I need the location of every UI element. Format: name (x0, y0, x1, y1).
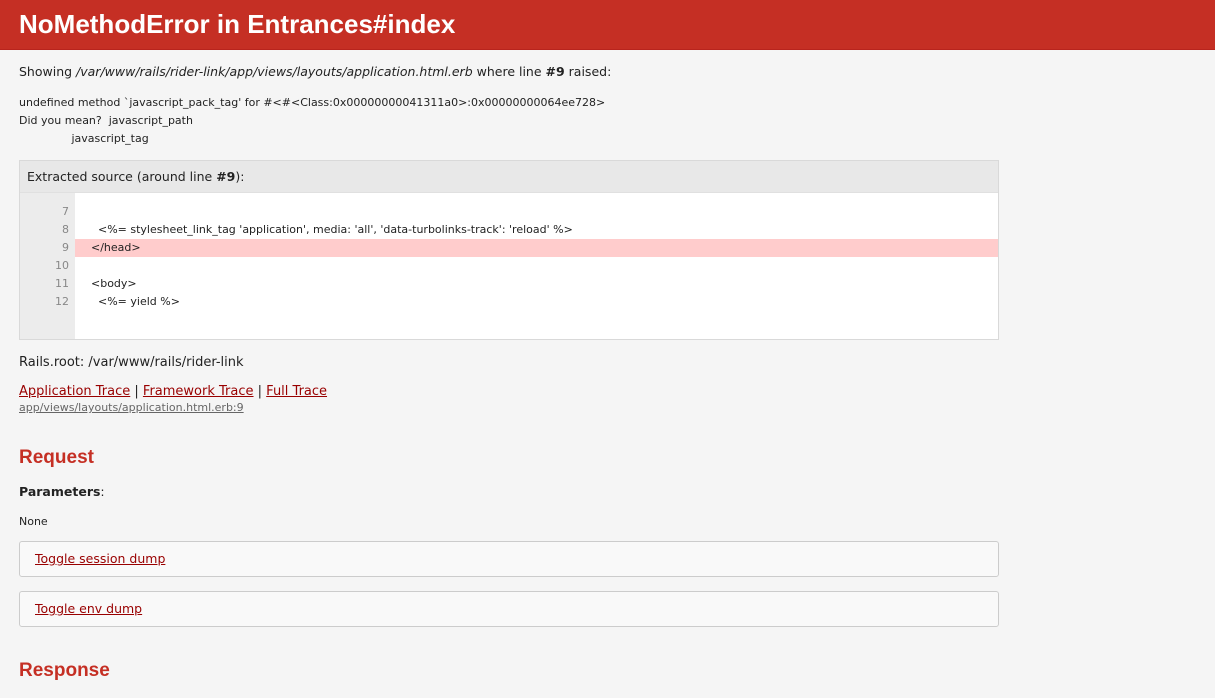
application-trace-link[interactable]: Application Trace (19, 384, 130, 399)
request-heading: Request (19, 447, 94, 468)
source-code: <%= stylesheet_link_tag 'application', m… (75, 203, 998, 311)
code-line: <body> (91, 277, 137, 290)
app-trace-line-link[interactable]: app/views/layouts/application.html.erb:9 (19, 401, 244, 414)
toggle-env-dump-link[interactable]: Toggle env dump (35, 601, 142, 616)
toggle-session-dump-link[interactable]: Toggle session dump (35, 551, 165, 566)
trace-separator: | (130, 384, 143, 399)
rails-root: Rails.root: /var/www/rails/rider-link (19, 355, 244, 370)
source-body: 7 8 9 10 11 12 <%= stylesheet_link_tag '… (20, 193, 998, 339)
line-number: 12 (55, 295, 69, 308)
session-dump-panel: Toggle session dump (19, 541, 999, 577)
line-number: 10 (55, 259, 69, 272)
trace-separator: | (253, 384, 267, 399)
response-heading: Response (19, 660, 110, 681)
source-header-suffix: ): (235, 169, 245, 184)
code-line-highlighted: </head> (75, 239, 998, 257)
line-number: 11 (55, 277, 69, 290)
showing-suffix: raised: (564, 64, 612, 79)
line-number: 7 (62, 205, 69, 218)
line-number: 9 (62, 241, 69, 254)
page-title: NoMethodError in Entrances#index (19, 9, 456, 39)
main-content: Showing /var/www/rails/rider-link/app/vi… (0, 64, 1215, 682)
line-number: 8 (62, 223, 69, 236)
env-dump-panel: Toggle env dump (19, 591, 999, 627)
line-number-gutter: 7 8 9 10 11 12 (20, 193, 75, 339)
template-path: /var/www/rails/rider-link/app/views/layo… (76, 64, 473, 79)
full-trace-link[interactable]: Full Trace (266, 384, 327, 399)
showing-middle: where line (472, 64, 546, 79)
parameters-label: Parameters (19, 484, 101, 499)
code-line: <%= yield %> (91, 295, 180, 308)
extracted-source: Extracted source (around line #9): 7 8 9… (19, 160, 999, 340)
extracted-source-header: Extracted source (around line #9): (20, 161, 998, 193)
app-trace: app/views/layouts/application.html.erb:9 (19, 401, 1196, 414)
parameters-value: None (19, 515, 48, 528)
error-header: NoMethodError in Entrances#index (0, 0, 1215, 50)
showing-prefix: Showing (19, 64, 77, 79)
trace-links: Application Trace | Framework Trace | Fu… (19, 384, 1196, 399)
parameters: Parameters: (19, 484, 105, 499)
showing-line: Showing /var/www/rails/rider-link/app/vi… (19, 64, 1196, 80)
code-line: <%= stylesheet_link_tag 'application', m… (91, 223, 573, 236)
framework-trace-link[interactable]: Framework Trace (143, 384, 254, 399)
error-line-number: #9 (545, 64, 565, 79)
source-header-prefix: Extracted source (around line (27, 169, 217, 184)
error-message: undefined method `javascript_pack_tag' f… (19, 96, 606, 145)
source-header-line: #9 (216, 169, 236, 184)
